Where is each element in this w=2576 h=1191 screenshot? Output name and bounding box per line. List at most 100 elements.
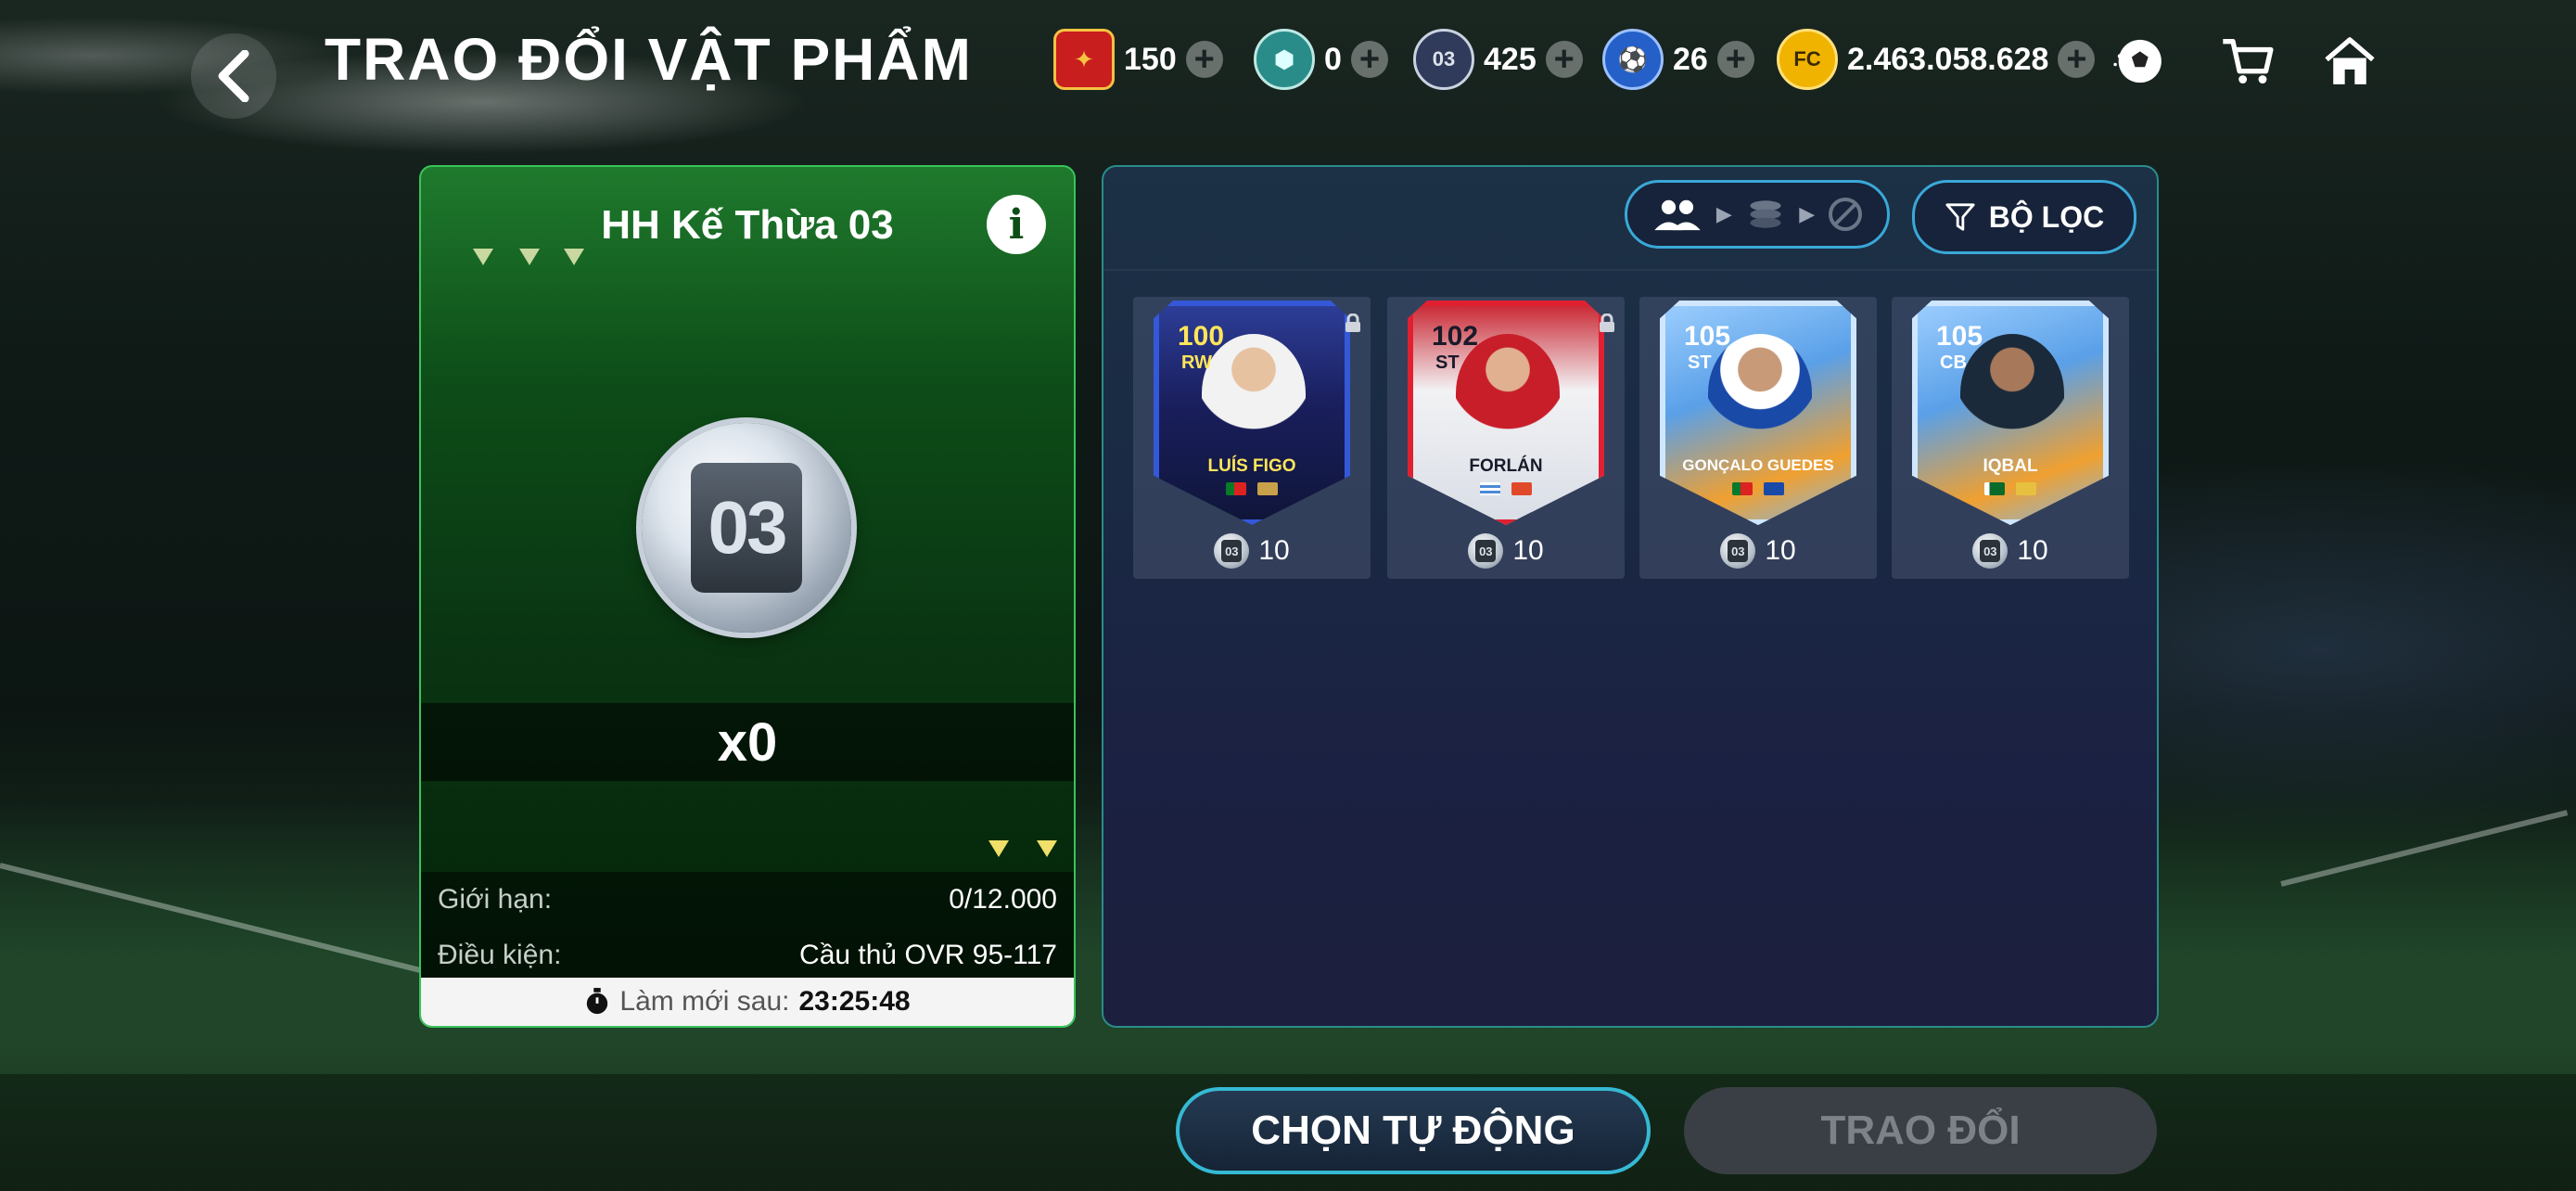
currency-coin-03: 03 425 + [1413, 29, 1583, 90]
club-badge-icon [1511, 482, 1532, 495]
player-token-icon: ⚽ [1602, 29, 1664, 90]
stack-icon [1750, 200, 1781, 228]
limit-row: Giới hạn: 0/12.000 [421, 872, 1074, 928]
exchange-button[interactable]: TRAO ĐỔI [1684, 1087, 2157, 1174]
player-card: 100 RW LUÍS FIGO [1154, 301, 1350, 525]
player-card-slot[interactable]: 102 ST FORLÁN 03 10 [1387, 297, 1625, 579]
cost-value: 10 [1258, 535, 1290, 566]
filter-label: BỘ LỌC [1988, 199, 2105, 234]
player-portrait [1960, 334, 2064, 453]
portugal-flag-icon [1226, 482, 1246, 495]
shopping-cart-icon[interactable] [2214, 28, 2281, 95]
player-ovr: 105 [1936, 321, 1983, 352]
refresh-label: Làm mới sau: [619, 986, 790, 1017]
player-position: ST [1688, 352, 1712, 373]
player-card-slot[interactable]: 105 CB IQBAL 03 10 [1892, 297, 2129, 579]
player-name: GONÇALO GUEDES [1682, 456, 1834, 474]
currency-player-token: ⚽ 26 + [1602, 29, 1754, 90]
triangle-decoration [564, 249, 584, 265]
player-portrait [1708, 334, 1812, 453]
auto-select-button[interactable]: CHỌN TỰ ĐỘNG [1176, 1087, 1651, 1174]
cost-value: 10 [1512, 535, 1544, 566]
player-position: RW [1181, 352, 1212, 373]
chevron-left-icon [218, 50, 249, 102]
home-icon[interactable] [2316, 28, 2383, 95]
refresh-timer: Làm mới sau: 23:25:48 [421, 978, 1074, 1026]
currency-shield-token: ⬢ 0 + [1254, 29, 1388, 90]
portugal-flag-icon [1732, 482, 1753, 495]
lock-icon [1600, 314, 1614, 332]
condition-value: Cầu thủ OVR 95-117 [799, 940, 1057, 970]
coin-03-icon: 03 [1413, 29, 1474, 90]
back-button[interactable] [191, 33, 276, 119]
card-cost: 03 10 [1387, 531, 1625, 571]
currency-value: 0 [1324, 41, 1342, 77]
currency-red-token: ✦ 150 + [1053, 29, 1223, 90]
info-icon[interactable]: i [987, 195, 1046, 254]
limit-label: Giới hạn: [438, 884, 553, 915]
exchange-item-panel: HH Kế Thừa 03 i 03 x0 Giới hạn: 0/12.000… [419, 165, 1076, 1028]
player-position: ST [1435, 352, 1460, 373]
currency-value: 2.463.058.628 [1847, 41, 2049, 77]
chevron-right-icon: ▶ [1799, 202, 1816, 225]
player-ovr: 102 [1432, 321, 1479, 352]
chevron-right-icon: ▶ [1715, 202, 1732, 225]
player-card: 102 ST FORLÁN [1408, 301, 1604, 525]
cost-value: 10 [1765, 535, 1796, 566]
shield-token-icon: ⬢ [1254, 29, 1315, 90]
player-portrait [1202, 334, 1306, 453]
users-icon [1653, 199, 1701, 231]
player-ovr: 105 [1684, 321, 1731, 352]
player-selection-panel: ▶ ▶ BỘ LỌC 100 RW LUÍS FIGO 03 10 102 ST… [1102, 165, 2159, 1028]
club-badge-icon [1764, 482, 1784, 495]
condition-label: Điều kiện: [438, 940, 562, 970]
coin-03-icon: 03 [1720, 533, 1756, 569]
triangle-decoration [473, 249, 493, 265]
player-card: 105 ST GONÇALO GUEDES [1660, 301, 1856, 525]
add-shield-token-button[interactable]: + [1350, 41, 1388, 78]
coin-03-icon: 03 [1214, 533, 1250, 569]
add-red-token-button[interactable]: + [1185, 41, 1223, 78]
disabled-icon [1829, 198, 1863, 231]
fc-coin-icon: FC [1777, 29, 1838, 90]
refresh-time: 23:25:48 [798, 986, 911, 1017]
player-card-slot[interactable]: 105 ST GONÇALO GUEDES 03 10 [1639, 297, 1877, 579]
currency-value: 425 [1484, 41, 1537, 77]
red-token-icon: ✦ [1053, 29, 1115, 90]
condition-row: Điều kiện: Cầu thủ OVR 95-117 [421, 928, 1074, 983]
card-cost: 03 10 [1892, 531, 2129, 571]
filter-button[interactable]: BỘ LỌC [1912, 180, 2136, 254]
player-card: 105 CB IQBAL [1912, 301, 2109, 525]
add-fc-coin-button[interactable]: + [2058, 41, 2096, 78]
divider [1103, 269, 2157, 271]
pakistan-flag-icon [1984, 482, 2005, 495]
item-title: HH Kế Thừa 03 [601, 202, 894, 248]
stopwatch-icon [587, 988, 608, 1015]
club-badge-icon [1257, 482, 1278, 495]
coin-03-large-icon: 03 [642, 423, 851, 633]
card-cost: 03 10 [1639, 531, 1877, 571]
player-name: LUÍS FIGO [1207, 456, 1296, 476]
soccer-ball-icon[interactable] [2105, 28, 2172, 95]
filter-icon [1945, 203, 1975, 231]
sort-filter-group[interactable]: ▶ ▶ [1625, 180, 1890, 249]
triangle-decoration [519, 249, 540, 265]
coin-03-icon: 03 [1468, 533, 1504, 569]
currency-fc-coin: FC 2.463.058.628 + [1777, 29, 2096, 90]
triangle-decoration [1037, 840, 1057, 857]
add-player-token-button[interactable]: + [1716, 41, 1754, 78]
item-quantity: x0 [421, 703, 1074, 781]
player-portrait [1456, 334, 1560, 453]
page-title: TRAO ĐỔI VẬT PHẨM [325, 26, 973, 93]
triangle-decoration [988, 840, 1009, 857]
player-name: FORLÁN [1469, 456, 1543, 476]
player-card-slot[interactable]: 100 RW LUÍS FIGO 03 10 [1133, 297, 1371, 579]
player-ovr: 100 [1178, 321, 1225, 352]
cost-value: 10 [2017, 535, 2048, 566]
limit-value: 0/12.000 [949, 884, 1057, 915]
currency-value: 26 [1673, 41, 1708, 77]
add-coin-03-button[interactable]: + [1545, 41, 1583, 78]
club-badge-icon [2016, 482, 2036, 495]
currency-value: 150 [1124, 41, 1177, 77]
player-position: CB [1940, 352, 1967, 373]
